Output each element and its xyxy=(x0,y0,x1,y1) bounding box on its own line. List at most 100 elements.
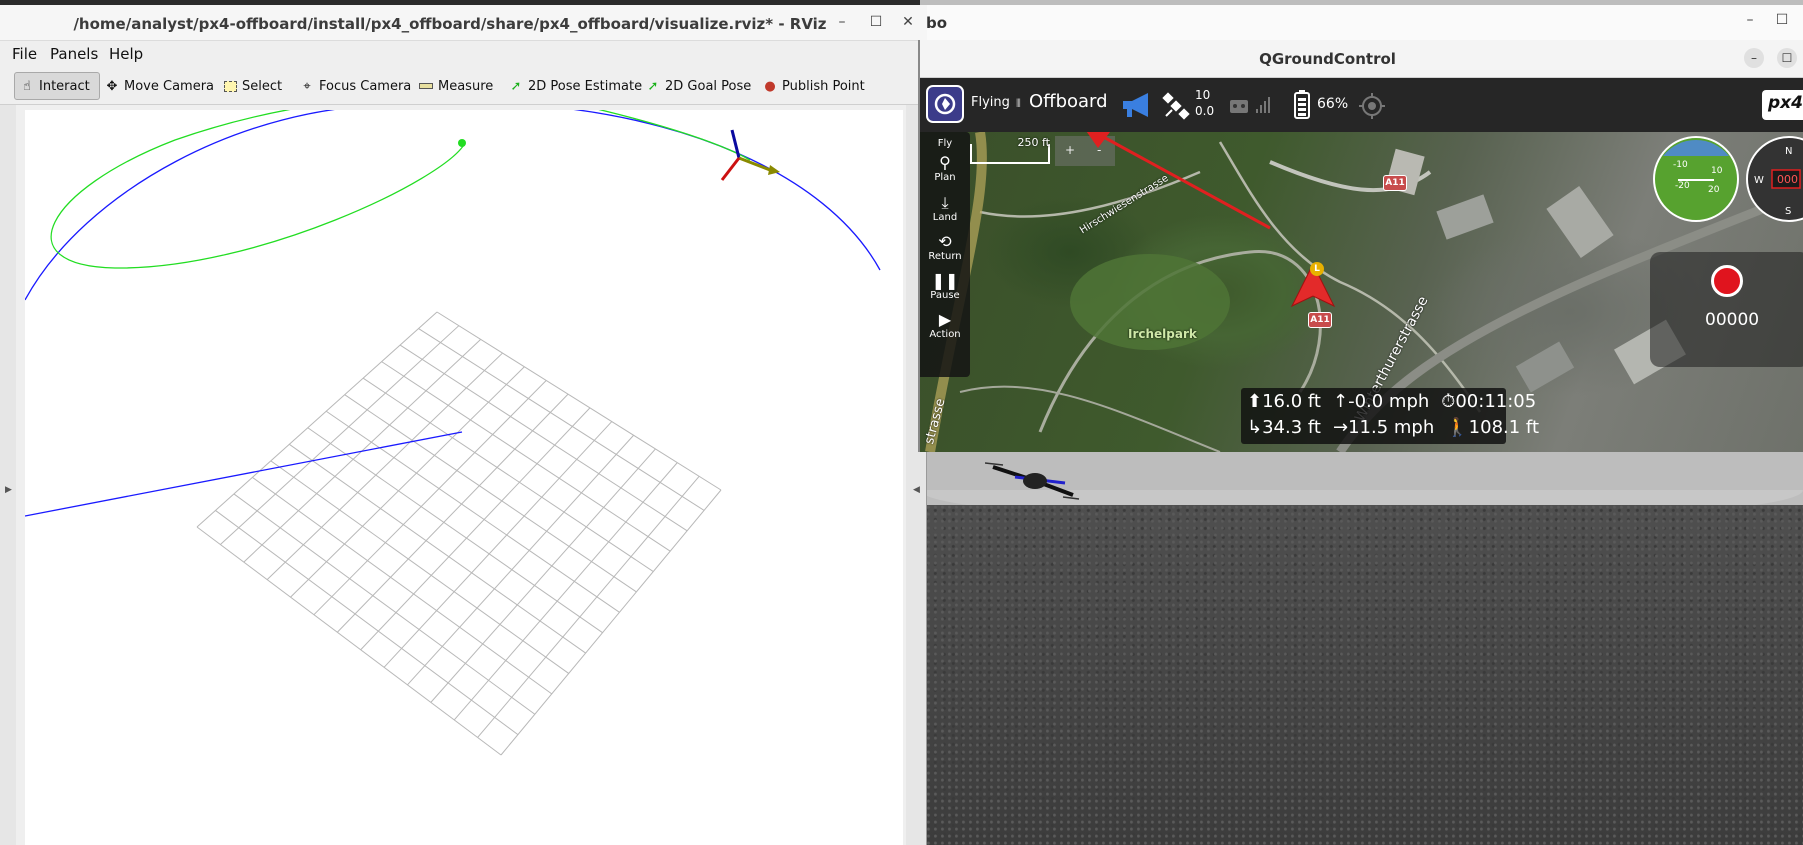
axis-x xyxy=(738,156,771,172)
rviz-maximize-button[interactable]: ☐ xyxy=(866,14,886,30)
rc-signal-icon[interactable] xyxy=(1228,94,1276,116)
ground-speed-icon: → xyxy=(1332,417,1349,438)
rviz-window: /home/analyst/px4-offboard/install/px4_o… xyxy=(0,5,927,845)
px4-brand-logo: px4 xyxy=(1762,90,1803,120)
attitude-indicator: -10 10 -20 20 xyxy=(1653,136,1739,222)
rviz-minimize-button[interactable]: – xyxy=(832,14,852,30)
tool-pause[interactable]: ❚❚ Pause xyxy=(920,271,970,302)
flight-mode[interactable]: Offboard xyxy=(1029,91,1108,112)
map-pin-icon: ● xyxy=(764,78,776,94)
flight-state[interactable]: Flying xyxy=(971,95,1010,110)
green-trajectory-right xyxy=(598,110,751,161)
axis-y xyxy=(720,157,741,181)
px4-brand-text: px4 xyxy=(1768,93,1803,113)
grid-line xyxy=(196,311,438,528)
ground-grid xyxy=(196,311,722,756)
qgc-logo-icon xyxy=(934,93,956,115)
tool-action[interactable]: ▶ Action xyxy=(920,311,970,341)
rviz-toolbar: ☝ Interact ✥ Move Camera Select ⌖ Focus … xyxy=(0,67,927,105)
flight-time-text: 00:11:05 xyxy=(1455,391,1537,412)
tool-focus-camera[interactable]: ⌖ Focus Camera xyxy=(295,72,415,100)
menu-help[interactable]: Help xyxy=(109,45,143,63)
distance-value: ↳34.3 ft xyxy=(1247,417,1321,443)
grid-line xyxy=(381,361,671,552)
attitude-tick-2: 10 xyxy=(1711,166,1723,176)
grid-line xyxy=(383,421,613,668)
grid-line xyxy=(453,462,678,721)
compass-north: N xyxy=(1785,146,1792,157)
hand-pointer-icon: ☝ xyxy=(23,78,31,94)
attitude-tick-1: -10 xyxy=(1673,160,1688,170)
select-box-icon xyxy=(222,78,238,94)
vertical-speed-text: -0.0 mph xyxy=(1348,391,1430,412)
grid-line xyxy=(477,475,700,738)
rviz-left-dock-collapsed[interactable]: ▶ xyxy=(0,105,16,845)
gazebo-title: bo xyxy=(926,14,948,32)
fly-view-toolstrip: Fly ⚲ Plan ⤓ Land ⟲ Return ❚❚ Pause ▶ Ac… xyxy=(920,132,970,377)
tool-measure[interactable]: Measure xyxy=(414,72,497,100)
tool-pause-label: Pause xyxy=(930,290,960,301)
grid-line xyxy=(220,325,460,545)
grid-line xyxy=(325,410,620,613)
tool-select[interactable]: Select xyxy=(218,72,286,100)
trajectory-point xyxy=(458,139,466,147)
move-camera-icon: ✥ xyxy=(106,78,118,94)
qgc-minimize-button[interactable]: – xyxy=(1744,48,1764,68)
qgc-toolbar: Flying ⦀ Offboard 10 0.0 66% px4 xyxy=(920,78,1803,132)
tool-return-label: Return xyxy=(928,251,962,262)
altitude-text: 16.0 ft xyxy=(1262,391,1321,412)
grid-line xyxy=(307,427,603,634)
rviz-scene xyxy=(25,110,881,756)
map-scale-bar: 250 ft xyxy=(970,136,1050,164)
home-marker[interactable]: L xyxy=(1310,262,1324,276)
tool-plan[interactable]: ⚲ Plan xyxy=(920,153,970,184)
satellite-icon[interactable] xyxy=(1162,92,1190,120)
tool-fly-label: Fly xyxy=(937,138,953,149)
map-scale-label: 250 ft xyxy=(1017,136,1050,149)
distance-home-value: 🚶108.1 ft xyxy=(1446,417,1539,443)
expand-right-icon: ◀ xyxy=(913,485,920,495)
tool-2d-pose-estimate[interactable]: ➚ 2D Pose Estimate xyxy=(504,72,646,100)
flight-mode-icon: ⦀ xyxy=(1016,97,1021,110)
rviz-3d-viewport[interactable] xyxy=(25,110,903,845)
tool-move-camera[interactable]: ✥ Move Camera xyxy=(100,72,218,100)
pose-estimate-arrow-icon: ➚ xyxy=(510,78,522,94)
tool-publish-point[interactable]: ● Publish Point xyxy=(758,72,869,100)
battery-icon[interactable] xyxy=(1293,90,1311,120)
attitude-tick-4: 20 xyxy=(1708,185,1720,195)
menu-file[interactable]: File xyxy=(12,45,37,63)
stopwatch-icon: ⏱ xyxy=(1441,391,1456,412)
rviz-close-button[interactable]: ✕ xyxy=(898,14,918,30)
qgc-titlebar: QGroundControl – ☐ xyxy=(920,40,1803,78)
qgc-title: QGroundControl xyxy=(1259,50,1396,68)
menu-panels[interactable]: Panels xyxy=(50,45,98,63)
tool-return[interactable]: ⟲ Return xyxy=(920,233,970,263)
blue-path-arc xyxy=(25,110,336,301)
tool-publish-point-label: Publish Point xyxy=(782,78,865,94)
tool-goal-pose-label: 2D Goal Pose xyxy=(665,78,752,94)
megaphone-icon[interactable] xyxy=(1120,91,1152,119)
rviz-titlebar: /home/analyst/px4-offboard/install/px4_o… xyxy=(0,5,927,41)
qgc-maximize-button[interactable]: ☐ xyxy=(1777,48,1797,68)
gazebo-minimize-button[interactable]: – xyxy=(1740,12,1760,28)
tool-interact[interactable]: ☝ Interact xyxy=(14,72,100,100)
gps-target-icon[interactable] xyxy=(1358,92,1386,120)
tool-2d-goal-pose[interactable]: ➚ 2D Goal Pose xyxy=(641,72,755,100)
focus-camera-icon: ⌖ xyxy=(303,78,311,94)
ruler-icon xyxy=(418,78,434,94)
compass-heading: 000 xyxy=(1777,173,1798,186)
tool-fly[interactable]: Fly xyxy=(920,138,970,149)
plan-icon: ⚲ xyxy=(939,153,951,172)
expand-left-icon: ▶ xyxy=(5,485,12,495)
qgc-logo-button[interactable] xyxy=(926,85,964,123)
record-button[interactable] xyxy=(1711,265,1743,297)
tool-move-camera-label: Move Camera xyxy=(124,78,215,94)
gazebo-titlebar: bo – ☐ xyxy=(920,5,1803,41)
altitude-up-icon: ⬆ xyxy=(1247,391,1263,412)
grid-line xyxy=(290,366,525,598)
ground-speed-value: →11.5 mph xyxy=(1333,417,1434,443)
gazebo-maximize-button[interactable]: ☐ xyxy=(1772,12,1792,28)
tool-land[interactable]: ⤓ Land xyxy=(920,194,970,224)
qgc-window: QGroundControl – ☐ Flying ⦀ Offboard 10 … xyxy=(918,40,1803,452)
pause-icon: ❚❚ xyxy=(931,271,959,290)
